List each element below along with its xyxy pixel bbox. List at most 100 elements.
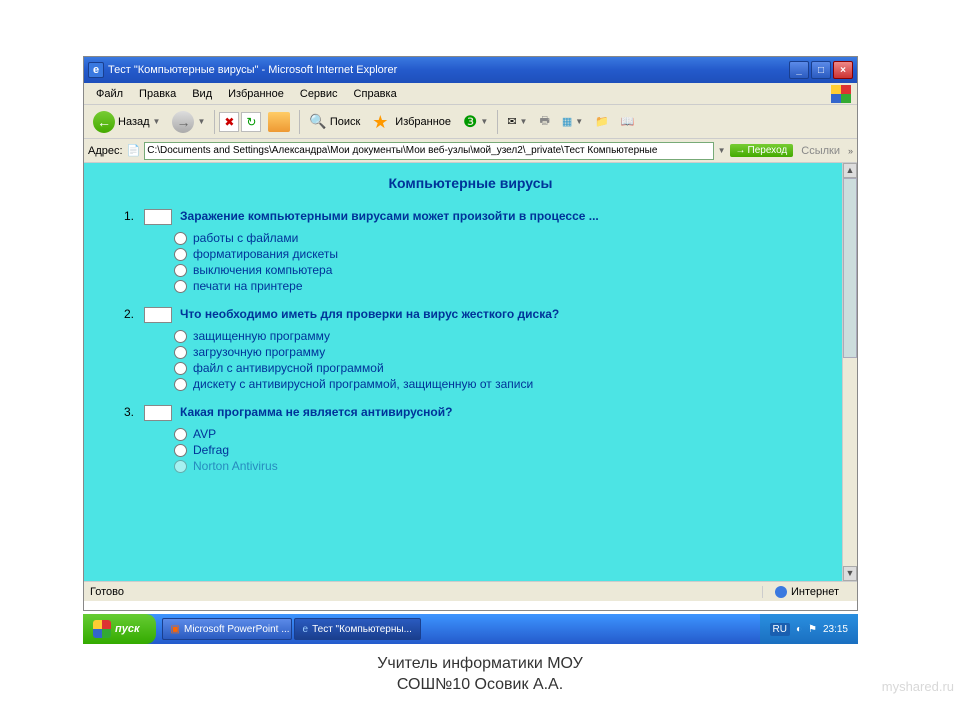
question-number: 3. (124, 405, 144, 419)
radio-input[interactable] (174, 232, 187, 245)
answer-box[interactable] (144, 307, 172, 323)
option[interactable]: Defrag (174, 443, 857, 457)
chevron-down-icon[interactable]: ▼ (718, 146, 726, 155)
menu-view[interactable]: Вид (186, 86, 218, 102)
radio-input[interactable] (174, 330, 187, 343)
forward-button[interactable]: → ▼ (167, 109, 210, 135)
links-label[interactable]: Ссылки (797, 145, 844, 157)
radio-input[interactable] (174, 460, 187, 473)
task-label: Microsoft PowerPoint ... (184, 624, 290, 635)
tray-icon[interactable]: ◐ (796, 624, 802, 635)
zone-label: Интернет (791, 586, 839, 598)
question-3: 3. Какая программа не является антивирус… (124, 405, 857, 421)
address-input[interactable] (144, 142, 713, 160)
tray-icon[interactable]: ⚑ (808, 624, 817, 635)
option[interactable]: загрузочную программу (174, 345, 857, 359)
home-button[interactable] (263, 110, 295, 134)
search-label: Поиск (330, 116, 360, 128)
question-text: Заражение компьютерными вирусами может п… (180, 209, 599, 223)
links-expand[interactable]: » (848, 146, 853, 156)
menu-help[interactable]: Справка (348, 86, 403, 102)
option[interactable]: работы с файлами (174, 231, 857, 245)
edit-icon: ▦ (562, 115, 572, 128)
radio-input[interactable] (174, 248, 187, 261)
start-button[interactable]: пуск (83, 614, 156, 644)
option-label: Defrag (193, 443, 229, 457)
globe-icon (775, 586, 787, 598)
radio-input[interactable] (174, 428, 187, 441)
mail-button[interactable]: ✉▼ (502, 113, 532, 130)
system-tray: RU ◐ ⚑ 23:15 (760, 614, 859, 644)
status-ready: Готово (90, 586, 762, 598)
scroll-down-button[interactable]: ▼ (843, 566, 857, 581)
folder-button[interactable]: 📁 (590, 113, 614, 130)
taskbar-item-powerpoint[interactable]: ▣Microsoft PowerPoint ... (162, 618, 292, 640)
language-indicator[interactable]: RU (770, 623, 790, 636)
scrollbar[interactable]: ▲ ▼ (842, 163, 857, 581)
search-icon: 🔍 (309, 113, 326, 130)
option-label: печати на принтере (193, 279, 303, 293)
option[interactable]: печати на принтере (174, 279, 857, 293)
star-icon: ★ (372, 112, 392, 132)
footer-line-2: СОШ№10 Осовик А.А. (0, 676, 960, 694)
back-label: Назад (118, 116, 150, 128)
taskbar: пуск ▣Microsoft PowerPoint ... eТест "Ко… (83, 614, 858, 644)
radio-input[interactable] (174, 444, 187, 457)
scroll-up-button[interactable]: ▲ (843, 163, 857, 178)
favorites-button[interactable]: ★ Избранное (367, 110, 456, 134)
radio-input[interactable] (174, 346, 187, 359)
option-label: дискету с антивирусной программой, защищ… (193, 377, 533, 391)
stop-button[interactable]: ✖ (219, 112, 239, 132)
option[interactable]: форматирования дискеты (174, 247, 857, 261)
separator (214, 110, 215, 134)
radio-input[interactable] (174, 378, 187, 391)
print-button[interactable]: 🖶 (534, 110, 554, 133)
chevron-down-icon: ▼ (153, 117, 161, 126)
answer-box[interactable] (144, 405, 172, 421)
option[interactable]: защищенную программу (174, 329, 857, 343)
edit-button[interactable]: ▦▼ (557, 113, 588, 130)
radio-input[interactable] (174, 264, 187, 277)
menu-edit[interactable]: Правка (133, 86, 182, 102)
search-button[interactable]: 🔍 Поиск (304, 111, 365, 132)
address-label: Адрес: (88, 145, 123, 157)
question-2-options: защищенную программу загрузочную програм… (174, 329, 857, 391)
go-button[interactable]: → Переход (730, 144, 794, 157)
option[interactable]: дискету с антивирусной программой, защищ… (174, 377, 857, 391)
close-button[interactable]: × (833, 61, 853, 79)
ie-icon: e (88, 62, 104, 78)
home-icon (268, 112, 290, 132)
clock[interactable]: 23:15 (823, 624, 848, 635)
taskbar-item-ie[interactable]: eТест "Компьютерны... (294, 618, 421, 640)
option-label: файл с антивирусной программой (193, 361, 384, 375)
option-label: форматирования дискеты (193, 247, 338, 261)
option[interactable]: Norton Antivirus (174, 459, 857, 473)
menu-favorites[interactable]: Избранное (222, 86, 290, 102)
option-label: защищенную программу (193, 329, 330, 343)
status-zone: Интернет (762, 586, 851, 598)
watermark: myshared.ru (882, 679, 954, 694)
back-button[interactable]: ← Назад ▼ (88, 109, 165, 135)
minimize-button[interactable]: _ (789, 61, 809, 79)
radio-input[interactable] (174, 362, 187, 375)
option[interactable]: файл с антивирусной программой (174, 361, 857, 375)
question-1: 1. Заражение компьютерными вирусами може… (124, 209, 857, 225)
question-number: 1. (124, 209, 144, 223)
question-text: Какая программа не является антивирусной… (180, 405, 452, 419)
maximize-button[interactable]: □ (811, 61, 831, 79)
radio-input[interactable] (174, 280, 187, 293)
refresh-button[interactable]: ↻ (241, 112, 261, 132)
answer-box[interactable] (144, 209, 172, 225)
address-bar: Адрес: 📄 ▼ → Переход Ссылки » (84, 139, 857, 163)
menu-file[interactable]: Файл (90, 86, 129, 102)
question-text: Что необходимо иметь для проверки на вир… (180, 307, 559, 321)
option[interactable]: выключения компьютера (174, 263, 857, 277)
research-button[interactable]: 📖 (616, 113, 640, 130)
favorites-label: Избранное (395, 116, 451, 128)
history-button[interactable]: ❸▼ (458, 110, 493, 134)
question-number: 2. (124, 307, 144, 321)
menu-tools[interactable]: Сервис (294, 86, 344, 102)
option[interactable]: AVP (174, 427, 857, 441)
research-icon: 📖 (621, 115, 635, 128)
scroll-thumb[interactable] (843, 178, 857, 358)
